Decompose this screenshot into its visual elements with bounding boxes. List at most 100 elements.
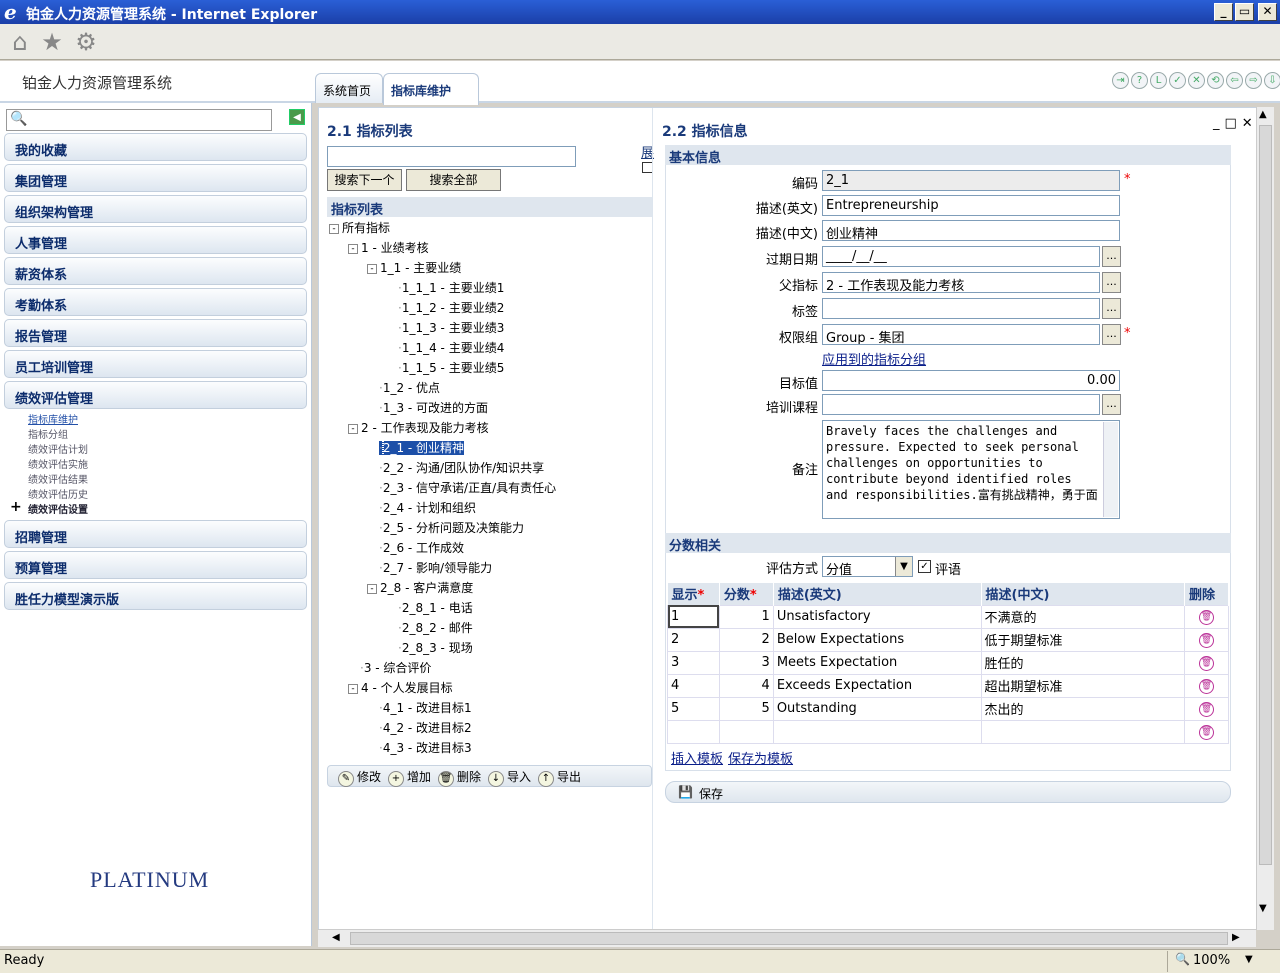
trash-icon[interactable]: 🗑 <box>1199 656 1215 671</box>
trash-icon[interactable]: 🗑 <box>1199 702 1215 717</box>
save-button[interactable]: 保存 <box>699 785 723 802</box>
tree-node[interactable]: ·2_6 - 工作成效 <box>379 539 464 556</box>
cell-en[interactable]: Unsatisfactory <box>772 604 982 629</box>
scroll-thumb[interactable] <box>1259 125 1272 865</box>
comment-checkbox[interactable]: ✓ <box>918 560 931 573</box>
sidebar-item-b0[interactable]: 招聘管理 <box>4 520 307 548</box>
search-all-button[interactable]: 搜索全部 <box>406 169 501 191</box>
tree-node[interactable]: ·1_1_2 - 主要业绩2 <box>398 299 504 316</box>
sidebar-item-b1[interactable]: 预算管理 <box>4 551 307 579</box>
insert-template-link[interactable]: 插入模板 <box>671 748 723 767</box>
picker-button[interactable]: ... <box>1102 324 1121 345</box>
cell-en[interactable]: Below Expectations <box>772 627 982 652</box>
tree-action-1[interactable]: + 增加 <box>388 768 431 787</box>
method-select[interactable]: 分值 ▼ <box>822 556 913 577</box>
sidebar-subitem-6[interactable]: 绩效评估设置 <box>28 501 88 516</box>
cell-en[interactable]: Meets Expectation <box>772 650 982 675</box>
tree-collapse-icon[interactable]: - <box>329 223 339 234</box>
trash-icon[interactable]: 🗑 <box>1199 725 1215 740</box>
sidebar-search-input[interactable]: 🔍 <box>6 109 272 131</box>
expand-plus-icon[interactable]: + <box>10 499 22 515</box>
tree-node[interactable]: - 所有指标 <box>329 219 390 236</box>
sidebar-item-2[interactable]: 组织架构管理 <box>4 195 307 223</box>
scroll-left-icon[interactable]: ◀ <box>332 932 340 943</box>
cell-show[interactable]: 5 <box>667 696 720 721</box>
cell-en[interactable]: Exceeds Expectation <box>772 673 982 698</box>
tab-indicator-library[interactable]: 指标库维护 <box>383 73 479 105</box>
sidebar-subitem-5[interactable]: 绩效评估历史 <box>28 486 88 501</box>
trash-icon[interactable]: 🗑 <box>1199 633 1215 648</box>
tree-node[interactable]: ·2_3 - 信守承诺/正直/具有责任心 <box>379 479 556 496</box>
cell-show[interactable]: 2 <box>667 627 720 652</box>
tree-node[interactable]: ·2_1 - 创业精神 <box>378 439 466 456</box>
cell-show[interactable]: 1 <box>667 604 720 629</box>
panel-restore-icon[interactable]: □ <box>1225 116 1242 131</box>
header-action-icon-8[interactable]: ⇩ <box>1264 72 1280 89</box>
tree-node[interactable]: ·1_1_1 - 主要业绩1 <box>398 279 504 296</box>
zoom-level[interactable]: 100% <box>1193 953 1230 968</box>
cell-score[interactable]: 4 <box>718 673 774 698</box>
gear-icon[interactable]: ⚙ <box>72 28 100 56</box>
favorites-star-icon[interactable]: ★ <box>38 28 66 56</box>
tree-node[interactable]: ·2_2 - 沟通/团队协作/知识共享 <box>379 459 544 476</box>
sidebar-subitem-0[interactable]: 指标库维护 <box>28 411 78 426</box>
trash-icon[interactable]: 🗑 <box>1199 679 1215 694</box>
cell-score[interactable]: 3 <box>718 650 774 675</box>
cell-score[interactable]: 2 <box>718 627 774 652</box>
tree-collapse-icon[interactable]: - <box>367 583 377 594</box>
sidebar-subitem-2[interactable]: 绩效评估计划 <box>28 441 88 456</box>
tree-node[interactable]: ·2_5 - 分析问题及决策能力 <box>379 519 524 536</box>
sidebar-item-6[interactable]: 报告管理 <box>4 319 307 347</box>
tree-node[interactable]: ·2_8_2 - 邮件 <box>398 619 473 636</box>
scroll-down-icon[interactable]: ▼ <box>1259 903 1267 914</box>
picker-button[interactable]: ... <box>1102 272 1121 293</box>
cell-score[interactable]: 1 <box>718 604 774 629</box>
tree-action-3[interactable]: ↓ 导入 <box>488 768 531 787</box>
header-action-icon-1[interactable]: ? <box>1131 72 1148 89</box>
tree-action-4[interactable]: ↑ 导出 <box>538 768 581 787</box>
field-input-8[interactable] <box>822 394 1100 415</box>
tree-node[interactable]: ·4_2 - 改进目标2 <box>379 719 472 736</box>
cell-show[interactable] <box>667 719 720 744</box>
tree-node[interactable]: ·1_3 - 可改进的方面 <box>379 399 488 416</box>
trash-icon[interactable]: 🗑 <box>1199 610 1215 625</box>
sidebar-item-b2[interactable]: 胜任力模型演示版 <box>4 582 307 610</box>
tree-collapse-icon[interactable]: - <box>348 683 358 694</box>
tree-node[interactable]: -1_1 - 主要业绩 <box>367 259 461 276</box>
zoom-dropdown-icon[interactable]: ▼ <box>1245 954 1253 965</box>
field-input-4[interactable]: 2 - 工作表现及能力考核 <box>822 272 1100 293</box>
sidebar-item-4[interactable]: 薪资体系 <box>4 257 307 285</box>
tree-node[interactable]: ·2_8_3 - 现场 <box>398 639 473 656</box>
panel-minimize-icon[interactable]: _ <box>1213 116 1225 131</box>
cell-score[interactable] <box>718 719 774 744</box>
field-input-1[interactable]: Entrepreneurship <box>822 195 1120 216</box>
sidebar-item-1[interactable]: 集团管理 <box>4 164 307 192</box>
cell-show[interactable]: 3 <box>667 650 720 675</box>
header-action-icon-2[interactable]: L <box>1150 72 1167 89</box>
panel-window-controls[interactable]: _□✕ <box>1213 116 1258 131</box>
header-action-icon-0[interactable]: ⇥ <box>1112 72 1129 89</box>
tree-node[interactable]: ·2_4 - 计划和组织 <box>379 499 476 516</box>
field-input-9[interactable]: Bravely faces the challenges and pressur… <box>822 420 1120 519</box>
tree-node[interactable]: ·1_1_3 - 主要业绩3 <box>398 319 504 336</box>
tree-node[interactable]: ·2_7 - 影响/领导能力 <box>379 559 492 576</box>
sidebar-subitem-3[interactable]: 绩效评估实施 <box>28 456 88 471</box>
horizontal-scrollbar[interactable]: ◀ ▶ <box>318 929 1256 947</box>
header-action-icon-7[interactable]: ⇨ <box>1245 72 1262 89</box>
sidebar-item-7[interactable]: 员工培训管理 <box>4 350 307 378</box>
picker-button[interactable]: ... <box>1102 298 1121 319</box>
cell-cn[interactable]: 不满意的 <box>980 604 1186 629</box>
cell-cn[interactable]: 超出期望标准 <box>980 673 1186 698</box>
header-action-icon-3[interactable]: ✓ <box>1169 72 1186 89</box>
applied-groups-link[interactable]: 应用到的指标分组 <box>822 349 926 368</box>
textarea-scrollbar[interactable] <box>1103 422 1118 517</box>
tree-node[interactable]: ·2_8_1 - 电话 <box>398 599 473 616</box>
sidebar-item-3[interactable]: 人事管理 <box>4 226 307 254</box>
field-input-6[interactable]: Group - 集团 <box>822 324 1100 345</box>
tab-home[interactable]: 系统首页 <box>315 73 383 103</box>
cell-cn[interactable]: 胜任的 <box>980 650 1186 675</box>
field-input-7[interactable]: 0.00 <box>822 370 1120 391</box>
sidebar-item-0[interactable]: 我的收藏 <box>4 133 307 161</box>
picker-button[interactable]: ... <box>1102 394 1121 415</box>
cell-score[interactable]: 5 <box>718 696 774 721</box>
